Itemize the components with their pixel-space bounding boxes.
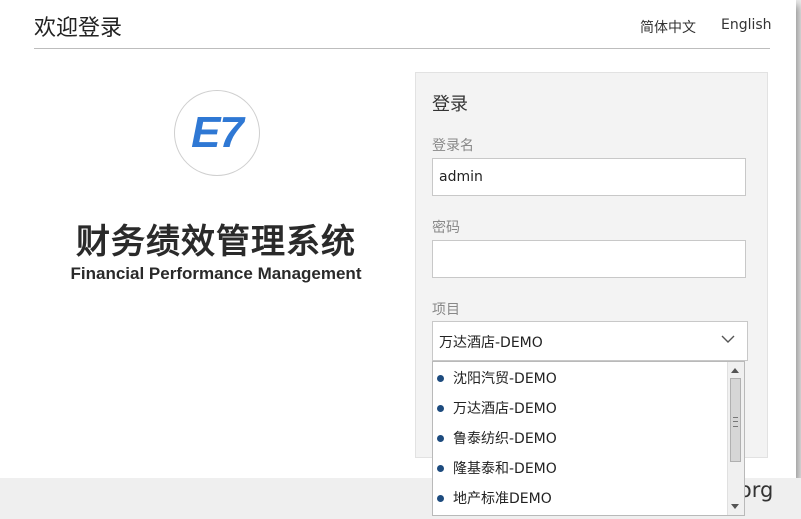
project-label: 项目 [432, 302, 460, 318]
dropdown-option[interactable]: 隆基泰和-DEMO [437, 454, 557, 482]
password-label: 密码 [432, 220, 460, 236]
dropdown-option[interactable]: 沈阳汽贸-DEMO [437, 364, 557, 392]
chevron-down-icon [721, 335, 735, 343]
dropdown-scrollbar[interactable] [727, 362, 744, 515]
dropdown-option-label: 隆基泰和-DEMO [453, 461, 557, 477]
scrollbar-thumb[interactable] [730, 378, 741, 462]
bullet-icon [437, 434, 444, 442]
grip-icon [733, 417, 738, 427]
bullet-icon [437, 494, 444, 502]
dropdown-option-label: 沈阳汽贸-DEMO [453, 371, 557, 387]
dropdown-option[interactable]: 万达酒店-DEMO [437, 394, 557, 422]
dropdown-option-label: 鲁泰纺织-DEMO [453, 431, 557, 447]
project-dropdown-list[interactable]: 沈阳汽贸-DEMO 万达酒店-DEMO 鲁泰纺织-DEMO 隆基泰和-DEMO … [432, 361, 745, 516]
username-label: 登录名 [432, 138, 474, 154]
lang-english-link[interactable]: English [721, 17, 772, 33]
project-select-value: 万达酒店-DEMO [439, 335, 543, 351]
lang-simplified-chinese-link[interactable]: 简体中文 [640, 17, 696, 37]
system-subtitle: Financial Performance Management [70, 264, 362, 283]
logo-text: E7 [191, 108, 244, 157]
logo: E7 [174, 90, 260, 176]
username-input[interactable] [432, 158, 746, 196]
project-select[interactable]: 万达酒店-DEMO [432, 321, 748, 361]
bullet-icon [437, 374, 444, 382]
dropdown-option[interactable]: 地产标准DEMO [437, 484, 552, 512]
header-divider [34, 48, 770, 49]
password-input[interactable] [432, 240, 746, 278]
system-title: 财务绩效管理系统 [76, 222, 356, 262]
bullet-icon [437, 464, 444, 472]
scroll-down-arrow-icon[interactable] [731, 504, 739, 509]
login-panel-title: 登录 [432, 94, 468, 115]
scroll-up-arrow-icon[interactable] [731, 368, 739, 373]
dropdown-option-label: 地产标准DEMO [453, 491, 552, 507]
dropdown-option-label: 万达酒店-DEMO [453, 401, 557, 417]
page-title: 欢迎登录 [34, 16, 123, 41]
bullet-icon [437, 404, 444, 412]
dropdown-option[interactable]: 鲁泰纺织-DEMO [437, 424, 557, 452]
